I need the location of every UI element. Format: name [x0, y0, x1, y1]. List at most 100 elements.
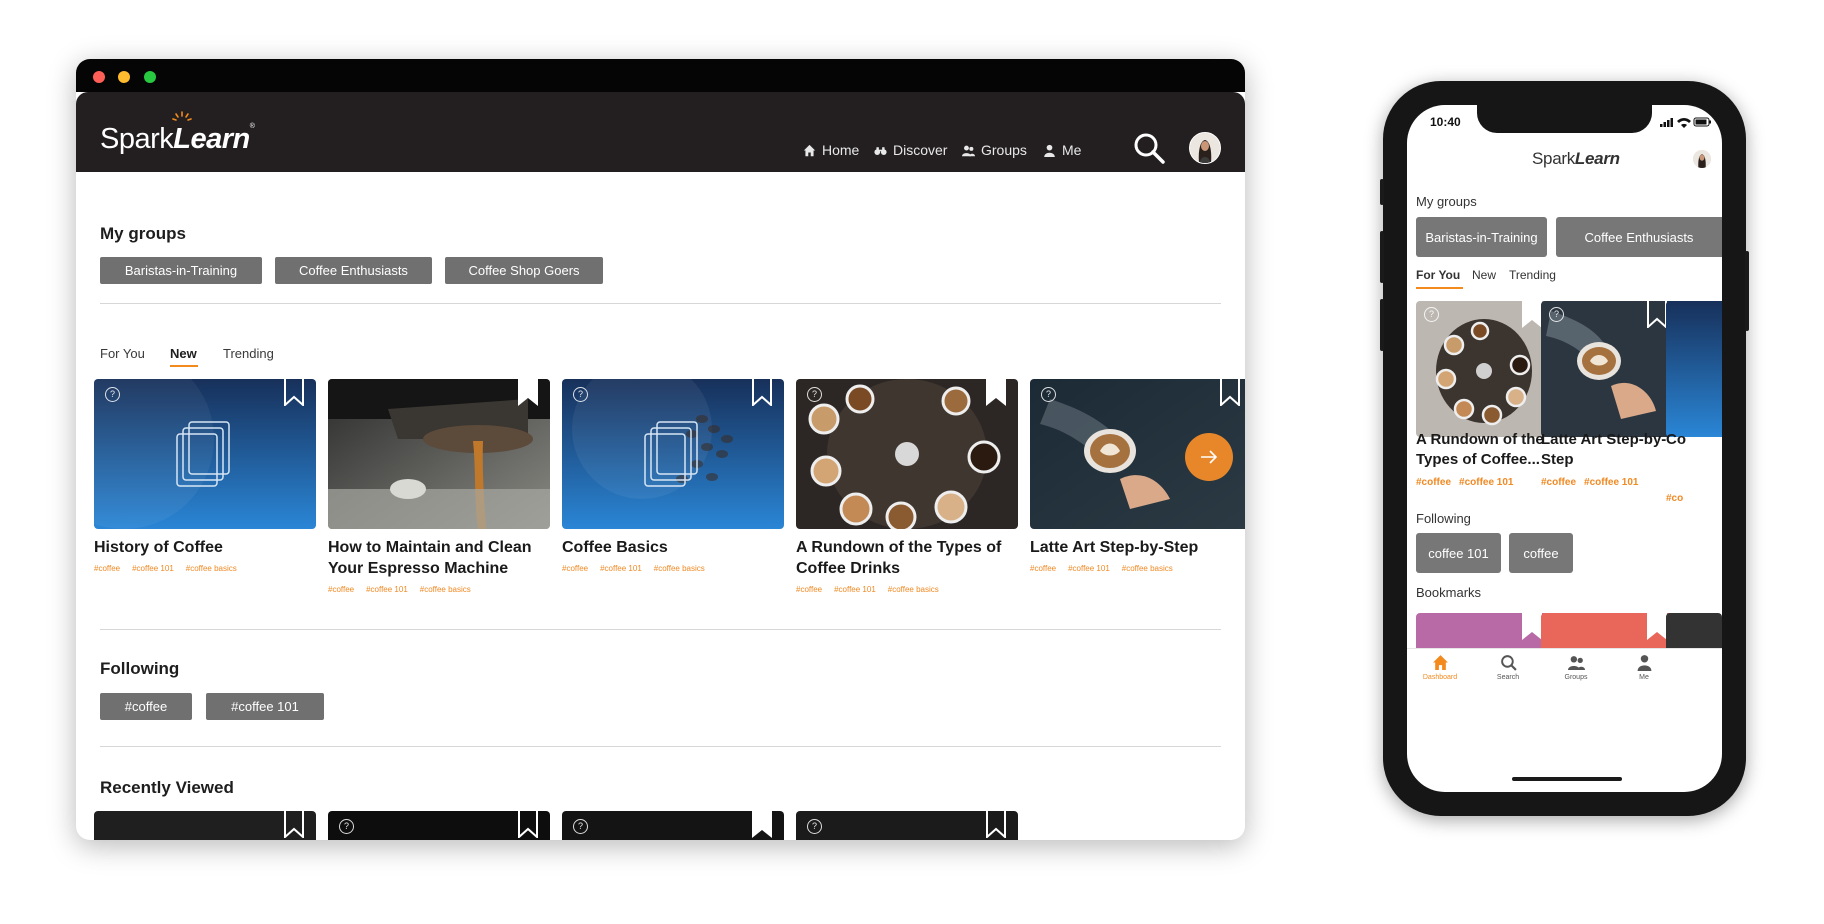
nav-me[interactable]: Me — [1043, 142, 1081, 158]
help-icon[interactable]: ? — [105, 387, 120, 402]
tab-trending[interactable]: Trending — [223, 346, 274, 361]
bookmark-icon[interactable] — [986, 379, 1006, 406]
my-groups-title: My groups — [100, 224, 186, 243]
card-title: How to Maintain and Clean Your Espresso … — [328, 539, 532, 577]
card-thumbnail — [328, 379, 550, 529]
recent-card-thumbnail[interactable]: ? — [562, 811, 784, 840]
tag[interactable]: #coffee 101 — [1459, 477, 1513, 488]
tag[interactable]: #coffee 101 — [132, 564, 174, 573]
tag[interactable]: #coffee 101 — [366, 585, 408, 594]
tag[interactable]: #coffee — [1030, 564, 1056, 573]
help-icon[interactable]: ? — [339, 819, 354, 834]
tag[interactable]: #coffee — [94, 564, 120, 573]
help-icon[interactable]: ? — [807, 819, 822, 834]
card-thumbnail[interactable]: ? — [1416, 301, 1552, 437]
tag[interactable]: #coffee basics — [420, 585, 471, 594]
tag[interactable]: #coffee — [1541, 477, 1576, 488]
tab-new[interactable]: New — [1472, 268, 1496, 282]
bookmark-icon[interactable] — [1647, 301, 1667, 328]
recent-card-thumbnail[interactable] — [94, 811, 316, 840]
bookmark-icon[interactable] — [752, 379, 772, 406]
tag[interactable]: #coffee 101 — [1584, 477, 1638, 488]
mobile-device: 10:40 SparkLearn My groups Baristas-in-T… — [1380, 81, 1749, 816]
tag[interactable]: #coffee — [328, 585, 354, 594]
bookmark-icon[interactable] — [1522, 301, 1542, 328]
mobile-screen: 10:40 SparkLearn My groups Baristas-in-T… — [1407, 105, 1722, 792]
nav-discover-label: Discover — [893, 142, 948, 158]
groups-icon — [962, 145, 975, 156]
tag[interactable]: #coffee basics — [1122, 564, 1173, 573]
bookmark-icon[interactable] — [284, 379, 304, 406]
tag[interactable]: #coffee basics — [186, 564, 237, 573]
tab-groups[interactable]: Groups — [1546, 654, 1606, 681]
recent-card-thumbnail[interactable]: ? — [796, 811, 1018, 840]
user-avatar[interactable] — [1693, 150, 1711, 168]
bookmark-icon[interactable] — [518, 379, 538, 406]
help-icon[interactable]: ? — [1041, 387, 1056, 402]
tab-me[interactable]: Me — [1614, 654, 1674, 681]
nav-home[interactable]: Home — [803, 142, 859, 158]
my-groups-title: My groups — [1416, 194, 1477, 209]
tab-for-you[interactable]: For You — [1416, 268, 1460, 282]
sparklearn-logo[interactable]: SparkLearn — [1532, 149, 1620, 169]
recent-card-thumbnail[interactable]: ? — [328, 811, 550, 840]
following-chip-coffee[interactable]: #coffee — [100, 693, 192, 720]
maximize-window-button[interactable] — [144, 71, 156, 83]
nav-groups[interactable]: Groups — [962, 142, 1027, 158]
group-chip-baristas[interactable]: Baristas-in-Training — [100, 257, 262, 284]
spark-icon — [172, 111, 192, 121]
card-thumbnail: ? — [562, 379, 784, 529]
group-chip-shop-goers[interactable]: Coffee Shop Goers — [445, 257, 603, 284]
help-icon[interactable]: ? — [1549, 307, 1564, 322]
bookmark-icon[interactable] — [284, 811, 304, 838]
following-chip-coffee[interactable]: coffee — [1509, 533, 1573, 573]
tag[interactable]: #coffee 101 — [600, 564, 642, 573]
search-icon[interactable] — [1132, 131, 1166, 165]
bookmark-icon[interactable] — [1220, 379, 1240, 406]
help-icon[interactable]: ? — [573, 819, 588, 834]
bookmark-icon[interactable] — [986, 811, 1006, 838]
card-title: A Rundown of the Types of Coffee... — [1416, 431, 1544, 468]
tab-search-label: Search — [1496, 674, 1520, 681]
active-tab-indicator — [170, 365, 198, 367]
tag[interactable]: #coffee — [562, 564, 588, 573]
help-icon[interactable]: ? — [807, 387, 822, 402]
group-chip-baristas[interactable]: Baristas-in-Training — [1416, 217, 1547, 257]
tag[interactable]: #coffee 101 — [1068, 564, 1110, 573]
search-icon — [1500, 655, 1517, 671]
logo-text-bold: Learn — [1574, 149, 1620, 168]
tag[interactable]: #coffee — [796, 585, 822, 594]
following-chip-coffee-101[interactable]: coffee 101 — [1416, 533, 1501, 573]
tag[interactable]: #coffee basics — [654, 564, 705, 573]
tab-for-you[interactable]: For You — [100, 346, 145, 361]
nav-discover[interactable]: Discover — [874, 142, 947, 158]
tab-dashboard[interactable]: Dashboard — [1410, 654, 1470, 681]
user-avatar[interactable] — [1189, 132, 1221, 164]
card-thumbnail[interactable]: ? — [1541, 301, 1677, 437]
tab-trending[interactable]: Trending — [1509, 268, 1556, 282]
help-icon[interactable]: ? — [573, 387, 588, 402]
bookmark-icon[interactable] — [1522, 613, 1542, 640]
tab-search[interactable]: Search — [1478, 654, 1538, 681]
carousel-next-button[interactable] — [1185, 433, 1233, 481]
sparklearn-logo[interactable]: SparkLearn® — [100, 111, 255, 156]
minimize-window-button[interactable] — [118, 71, 130, 83]
tab-new[interactable]: New — [170, 346, 197, 361]
card-thumbnail[interactable] — [1666, 301, 1722, 437]
tag[interactable]: #coffee — [1416, 477, 1451, 488]
power-button — [1745, 251, 1749, 331]
help-icon[interactable]: ? — [1424, 307, 1439, 322]
card-title: Latte Art Step-by-Step — [1541, 431, 1667, 468]
bookmark-icon[interactable] — [752, 811, 772, 838]
tab-me-label: Me — [1639, 674, 1649, 681]
bookmark-icon[interactable] — [518, 811, 538, 838]
group-chip-enthusiasts[interactable]: Coffee Enthusiasts — [1556, 217, 1722, 257]
group-chip-enthusiasts[interactable]: Coffee Enthusiasts — [275, 257, 432, 284]
tag[interactable]: #coffee 101 — [834, 585, 876, 594]
tag[interactable]: #co — [1666, 493, 1683, 504]
tag[interactable]: #coffee basics — [888, 585, 939, 594]
card-tags: #coffee #coffee 101 #coffee basics — [94, 564, 249, 573]
following-chip-coffee-101[interactable]: #coffee 101 — [206, 693, 324, 720]
bookmark-icon[interactable] — [1647, 613, 1667, 640]
close-window-button[interactable] — [93, 71, 105, 83]
